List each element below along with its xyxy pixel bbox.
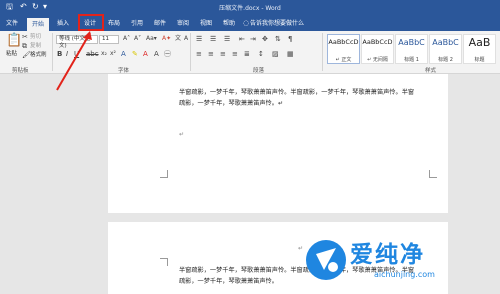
watermark-url: aichunjing.com xyxy=(374,270,435,279)
watermark-name: 爱纯净 xyxy=(350,242,425,268)
watermark-logo xyxy=(306,240,346,280)
site-watermark: 爱纯净 aichunjing.com xyxy=(302,240,500,294)
